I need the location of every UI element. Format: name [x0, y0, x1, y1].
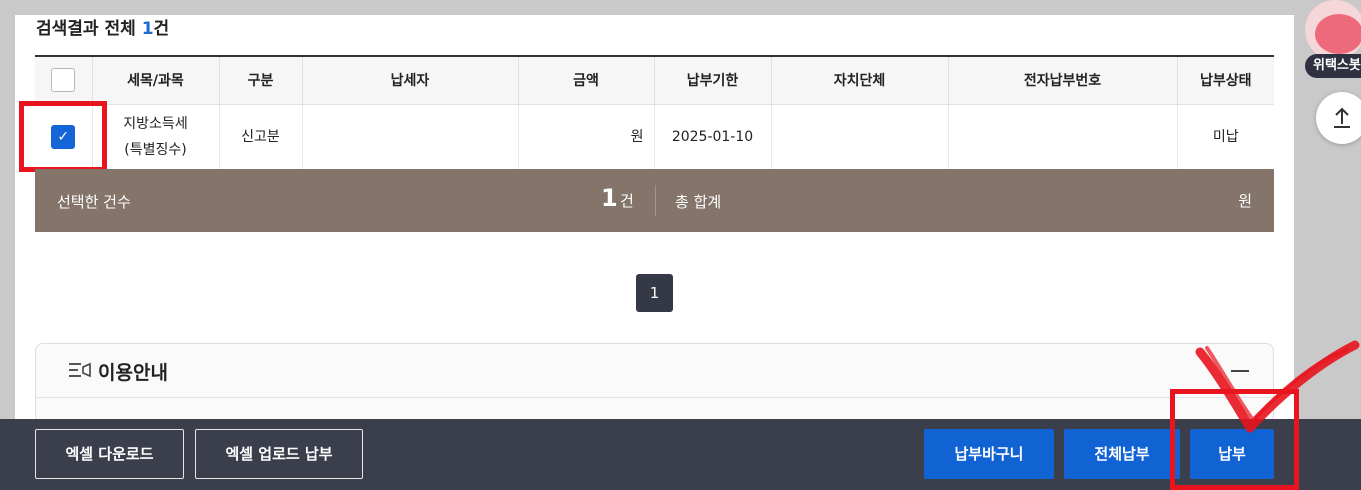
tax-item-line2: (특별징수) — [124, 142, 187, 159]
result-title-suffix: 건 — [153, 19, 170, 39]
cell-amount: 원 — [517, 104, 654, 170]
table-row[interactable]: ✓ 지방소득세 (특별징수) 신고분 원 2025-01-10 미납 — [35, 104, 1274, 170]
col-header-taxpayer: 납세자 — [301, 55, 518, 105]
select-all-checkbox[interactable] — [51, 68, 76, 93]
result-title-prefix: 검색결과 전체 — [36, 19, 136, 39]
selected-count-label: 선택한 건수 — [57, 193, 131, 211]
result-count: 1 — [141, 19, 154, 39]
select-all-cell — [35, 55, 92, 105]
col-header-amount: 금액 — [517, 55, 654, 105]
summary-divider — [655, 185, 656, 216]
bottom-action-bar: 엑셀 다운로드 엑셀 업로드 납부 납부바구니 전체납부 납부 — [0, 419, 1361, 490]
usage-guide-section: 이용안내 — [35, 343, 1274, 423]
list-icon — [69, 362, 91, 378]
table-header-row: 세목/과목 구분 납세자 금액 납부기한 자치단체 전자납부번호 납부상태 — [35, 55, 1274, 105]
usage-guide-header[interactable]: 이용안내 — [36, 344, 1273, 398]
chatbot-label[interactable]: 위택스봇 — [1305, 54, 1361, 78]
cell-tax-item: 지방소득세 (특별징수) — [91, 104, 219, 170]
mascot-face — [1315, 14, 1361, 54]
pay-all-button[interactable]: 전체납부 — [1064, 429, 1180, 479]
arrow-up-icon — [1334, 107, 1350, 128]
pagination-page-current[interactable]: 1 — [636, 274, 673, 312]
red-checkmark-annotation — [1195, 340, 1360, 433]
result-title: 검색결과 전체 1건 — [36, 14, 169, 39]
scroll-top-button[interactable] — [1316, 92, 1361, 144]
summary-bar: 선택한 건수 1 건 총 합계 원 — [35, 169, 1274, 232]
selected-count-value: 1 — [601, 184, 618, 212]
cell-epay-number — [947, 104, 1177, 170]
col-header-due-date: 납부기한 — [653, 55, 771, 105]
excel-download-button[interactable]: 엑셀 다운로드 — [35, 429, 184, 479]
cell-due-date: 2025-01-10 — [653, 104, 771, 170]
col-header-type: 구분 — [218, 55, 302, 105]
cell-status: 미납 — [1176, 104, 1274, 170]
result-table: 세목/과목 구분 납세자 금액 납부기한 자치단체 전자납부번호 납부상태 ✓ … — [35, 55, 1274, 170]
col-header-epay-number: 전자납부번호 — [947, 55, 1177, 105]
cell-taxpayer — [301, 104, 518, 170]
tax-item-line1: 지방소득세 — [123, 116, 188, 133]
usage-guide-title: 이용안내 — [98, 362, 168, 384]
payment-cart-button[interactable]: 납부바구니 — [924, 429, 1054, 479]
col-header-local-gov: 자치단체 — [770, 55, 948, 105]
highlight-checkbox-box — [19, 101, 107, 172]
col-header-tax-item: 세목/과목 — [91, 55, 219, 105]
cell-local-gov — [770, 104, 948, 170]
excel-upload-pay-button[interactable]: 엑셀 업로드 납부 — [195, 429, 363, 479]
col-header-status: 납부상태 — [1176, 55, 1274, 105]
total-amount-label: 총 합계 — [675, 193, 722, 211]
cell-type: 신고분 — [218, 104, 302, 170]
chatbot-mascot-avatar[interactable] — [1305, 0, 1361, 60]
selected-count-unit: 건 — [620, 192, 634, 210]
total-amount-unit: 원 — [1238, 192, 1252, 210]
